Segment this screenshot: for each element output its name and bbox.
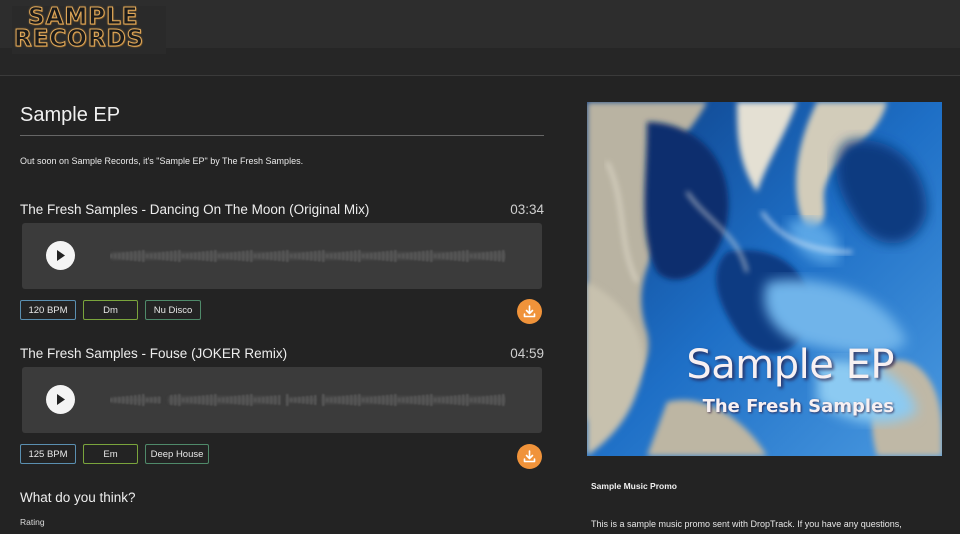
track-player[interactable]: [22, 223, 542, 289]
key-tag[interactable]: Em: [83, 444, 138, 464]
waveform[interactable]: [110, 246, 506, 266]
play-icon: [57, 394, 65, 405]
download-icon: [523, 305, 536, 318]
genre-tag[interactable]: Nu Disco: [145, 300, 201, 320]
genre-tag[interactable]: Deep House: [145, 444, 209, 464]
title-divider: [20, 135, 544, 136]
waveform[interactable]: [110, 390, 506, 410]
bpm-tag[interactable]: 125 BPM: [20, 444, 76, 464]
download-button[interactable]: [517, 444, 542, 469]
cover-title: Sample EP: [686, 342, 894, 388]
cover-art: Sample EP The Fresh Samples: [587, 102, 942, 456]
play-button[interactable]: [46, 241, 75, 270]
promo-body: This is a sample music promo sent with D…: [591, 519, 902, 529]
key-tag[interactable]: Dm: [83, 300, 138, 320]
release-title: Sample EP: [20, 104, 121, 126]
track-title: The Fresh Samples - Dancing On The Moon …: [20, 202, 370, 217]
logo-line-2: RECORDS: [14, 26, 145, 52]
download-button[interactable]: [517, 299, 542, 324]
bpm-tag[interactable]: 120 BPM: [20, 300, 76, 320]
release-description: Out soon on Sample Records, it's "Sample…: [20, 156, 304, 166]
download-icon: [523, 450, 536, 463]
promo-title: Sample Music Promo: [591, 481, 677, 491]
feedback-heading: What do you think?: [20, 490, 136, 505]
sample-records-logo[interactable]: SAMPLE RECORDS: [12, 4, 166, 54]
play-button[interactable]: [46, 385, 75, 414]
track-title: The Fresh Samples - Fouse (JOKER Remix): [20, 346, 288, 361]
track-player[interactable]: [22, 367, 542, 433]
track-duration: 03:34: [510, 202, 544, 217]
logo-line-1: SAMPLE: [28, 4, 139, 30]
rating-label: Rating: [20, 517, 45, 527]
cover-artist: The Fresh Samples: [702, 396, 894, 417]
track-duration: 04:59: [510, 346, 544, 361]
play-icon: [57, 250, 65, 261]
